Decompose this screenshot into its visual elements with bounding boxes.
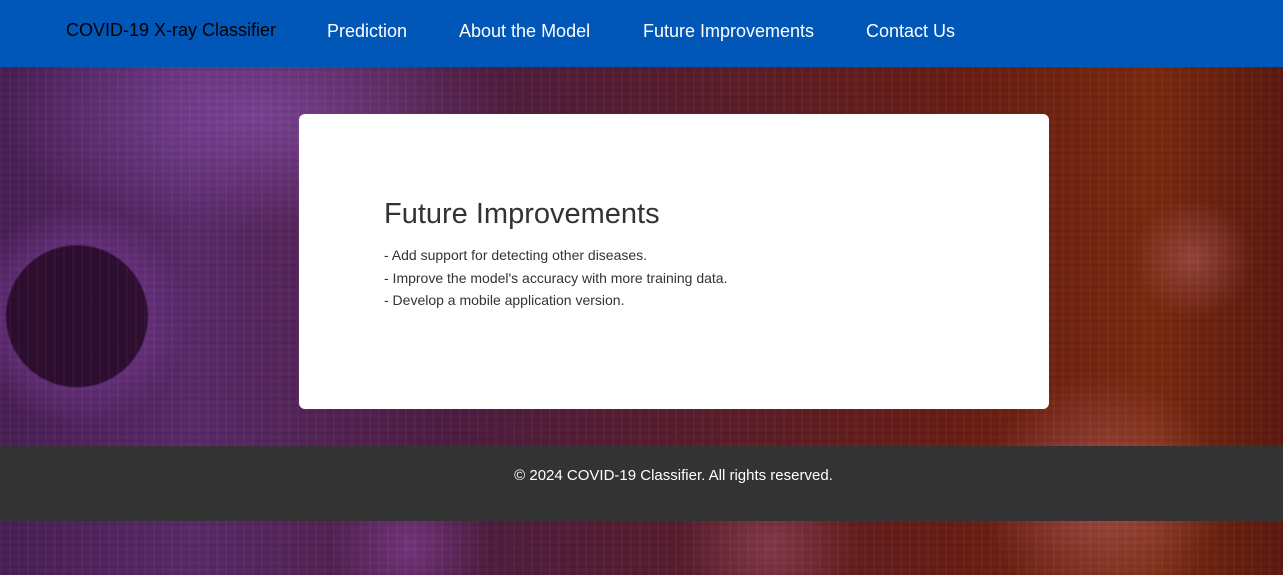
- list-item: - Develop a mobile application version.: [384, 292, 625, 308]
- list-item: - Add support for detecting other diseas…: [384, 247, 648, 263]
- nav-link-future-improvements[interactable]: Future Improvements: [643, 21, 814, 42]
- content-card: Future Improvements - Add support for de…: [299, 114, 1049, 409]
- top-navbar: COVID-19 X-ray Classifier Prediction Abo…: [0, 0, 1283, 67]
- site-brand[interactable]: COVID-19 X-ray Classifier: [66, 20, 276, 41]
- section-title: Future Improvements: [384, 198, 660, 230]
- nav-link-prediction[interactable]: Prediction: [327, 21, 407, 42]
- nav-link-contact-us[interactable]: Contact Us: [866, 21, 955, 42]
- nav-link-about-the-model[interactable]: About the Model: [459, 21, 590, 42]
- improvements-list: - Add support for detecting other diseas…: [384, 244, 728, 312]
- copyright-text: © 2024 COVID-19 Classifier. All rights r…: [514, 467, 833, 484]
- list-item: - Improve the model's accuracy with more…: [384, 269, 728, 286]
- page-footer: © 2024 COVID-19 Classifier. All rights r…: [0, 446, 1283, 521]
